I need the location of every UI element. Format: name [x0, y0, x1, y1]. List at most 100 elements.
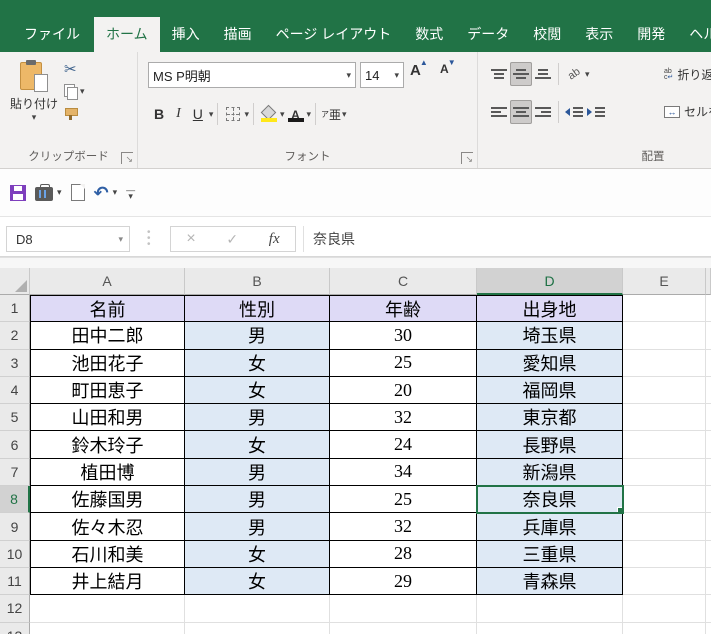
row-header-2[interactable]: 2	[0, 322, 30, 350]
borders-dropdown-icon[interactable]: ▾	[244, 109, 249, 120]
underline-dropdown-icon[interactable]: ▾	[209, 109, 214, 120]
tab-page-layout[interactable]: ページ レイアウト	[264, 17, 404, 52]
wrap-text-button[interactable]: ab c↵ 折り返	[664, 66, 711, 83]
font-size-dropdown-icon[interactable]: ▾	[394, 70, 399, 81]
font-color-button[interactable]: A	[285, 102, 307, 126]
name-box-dropdown-icon[interactable]: ▾	[118, 234, 123, 245]
cell-D13[interactable]	[477, 622, 623, 634]
align-left-button[interactable]	[488, 100, 510, 124]
row-header-3[interactable]: 3	[0, 349, 30, 377]
row-header-8[interactable]: 8	[0, 486, 30, 514]
cell-B8[interactable]: 男	[185, 486, 330, 514]
tab-draw[interactable]: 描画	[212, 17, 264, 52]
cell-B13[interactable]	[185, 622, 330, 634]
save-icon[interactable]	[10, 184, 26, 201]
formula-input[interactable]: 奈良県	[303, 226, 711, 252]
cell-D9[interactable]: 兵庫県	[477, 513, 623, 541]
font-dialog-launcher-icon[interactable]: ↘	[461, 152, 473, 164]
cell-D5[interactable]: 東京都	[477, 404, 623, 432]
row-header-12[interactable]: 12	[0, 595, 30, 623]
tab-file[interactable]: ファイル	[10, 17, 94, 52]
cell-E9[interactable]	[623, 513, 706, 541]
tab-view[interactable]: 表示	[573, 17, 625, 52]
undo-dropdown-icon[interactable]: ▾	[113, 187, 118, 198]
cell-A3[interactable]: 池田花子	[30, 349, 185, 377]
cell-C8[interactable]: 25	[330, 486, 477, 514]
row-header-9[interactable]: 9	[0, 513, 30, 541]
col-header-D[interactable]: D	[477, 268, 623, 295]
new-document-icon[interactable]	[70, 184, 85, 201]
insert-function-icon[interactable]: fx	[269, 231, 280, 248]
copy-dropdown-icon[interactable]: ▾	[80, 86, 85, 97]
cell-B9[interactable]: 男	[185, 513, 330, 541]
cell-D10[interactable]: 三重県	[477, 540, 623, 568]
row-header-10[interactable]: 10	[0, 540, 30, 568]
decrease-indent-button[interactable]	[563, 100, 585, 124]
cell-B11[interactable]: 女	[185, 567, 330, 596]
copy-icon[interactable]	[64, 84, 78, 100]
cell-E11[interactable]	[623, 567, 706, 596]
select-all-corner[interactable]	[0, 268, 30, 295]
cell-D4[interactable]: 福岡県	[477, 376, 623, 405]
cell-E5[interactable]	[623, 404, 706, 432]
orientation-button[interactable]: ab	[563, 62, 585, 86]
col-header-A[interactable]: A	[30, 268, 185, 295]
cell-E1[interactable]	[623, 295, 706, 323]
cell-C3[interactable]: 25	[330, 349, 477, 377]
align-center-button[interactable]	[510, 100, 532, 124]
cell-C2[interactable]: 30	[330, 322, 477, 350]
cell-C5[interactable]: 32	[330, 404, 477, 432]
tab-data[interactable]: データ	[455, 17, 521, 52]
cell-E3[interactable]	[623, 349, 706, 377]
cell-B5[interactable]: 男	[185, 404, 330, 432]
row-header-5[interactable]: 5	[0, 404, 30, 432]
col-header-B[interactable]: B	[185, 268, 330, 295]
tab-developer[interactable]: 開発	[625, 17, 677, 52]
cell-A11[interactable]: 井上結月	[30, 567, 185, 596]
paste-dropdown-icon[interactable]: ▾	[10, 112, 58, 123]
undo-icon[interactable]: ↶	[94, 184, 109, 202]
shrink-font-button[interactable]: A ▼	[440, 58, 456, 76]
tab-help[interactable]: ヘルプ	[677, 17, 711, 52]
cell-E4[interactable]	[623, 376, 706, 405]
cancel-icon[interactable]: ×	[186, 230, 195, 248]
cell-D3[interactable]: 愛知県	[477, 349, 623, 377]
cell-D11[interactable]: 青森県	[477, 567, 623, 596]
cell-B4[interactable]: 女	[185, 376, 330, 405]
customize-qat-icon[interactable]: — ▾	[126, 185, 135, 200]
tab-home[interactable]: ホーム	[94, 17, 160, 52]
format-painter-icon[interactable]	[64, 107, 78, 120]
row-header-13[interactable]: 13	[0, 622, 30, 634]
row-header-7[interactable]: 7	[0, 458, 30, 487]
cell-E7[interactable]	[623, 458, 706, 487]
cell-D12[interactable]	[477, 595, 623, 623]
cell-A12[interactable]	[30, 595, 185, 623]
tab-review[interactable]: 校閲	[521, 17, 573, 52]
cell-B1[interactable]: 性別	[185, 295, 330, 323]
cut-icon[interactable]: ✂	[64, 60, 77, 78]
cell-A13[interactable]	[30, 622, 185, 634]
font-color-dropdown-icon[interactable]: ▾	[307, 109, 312, 120]
cell-C4[interactable]: 20	[330, 376, 477, 405]
toolbox-icon[interactable]	[35, 184, 53, 201]
paste-button[interactable]: 貼り付け ▾	[10, 60, 58, 123]
row-header-11[interactable]: 11	[0, 567, 30, 596]
cell-B7[interactable]: 男	[185, 458, 330, 487]
cell-D7[interactable]: 新潟県	[477, 458, 623, 487]
cell-C1[interactable]: 年齢	[330, 295, 477, 323]
italic-button[interactable]: I	[170, 102, 187, 126]
cell-D1[interactable]: 出身地	[477, 295, 623, 323]
cell-D8[interactable]: 奈良県	[476, 485, 624, 515]
cell-C10[interactable]: 28	[330, 540, 477, 568]
tab-insert[interactable]: 挿入	[160, 17, 212, 52]
formula-bar-resize-handle[interactable]: • • •	[147, 228, 151, 250]
cell-E6[interactable]	[623, 431, 706, 459]
cell-C13[interactable]	[330, 622, 477, 634]
grow-font-button[interactable]: A ▲	[410, 58, 428, 79]
orientation-dropdown-icon[interactable]: ▾	[585, 69, 590, 80]
cell-E10[interactable]	[623, 540, 706, 568]
underline-button[interactable]: U	[187, 102, 209, 126]
cell-A7[interactable]: 植田博	[30, 458, 185, 487]
cell-A1[interactable]: 名前	[30, 295, 185, 323]
tab-formulas[interactable]: 数式	[403, 17, 455, 52]
